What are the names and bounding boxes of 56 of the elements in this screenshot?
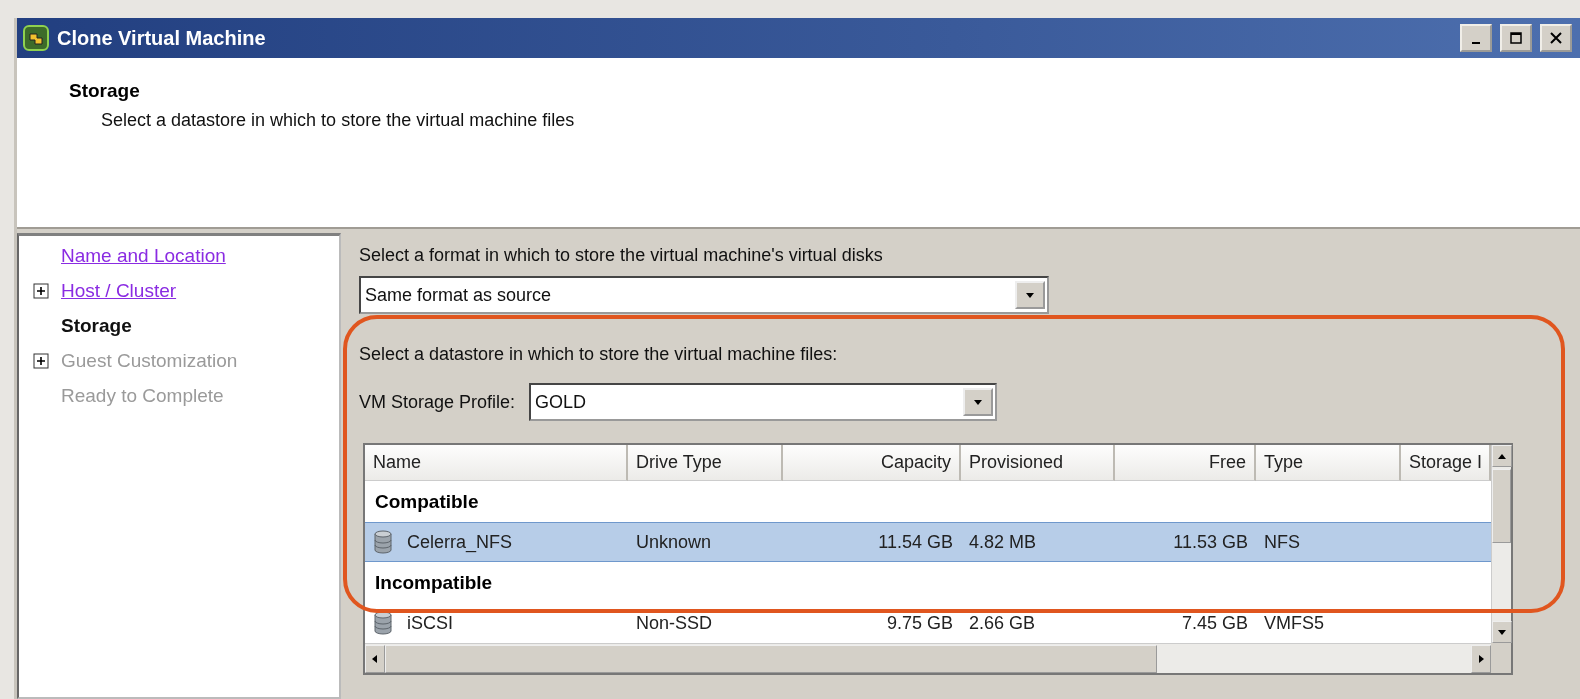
format-dropdown[interactable]: Same format as source bbox=[359, 276, 1049, 314]
caret-icon bbox=[1476, 653, 1486, 664]
column-header[interactable]: Capacity bbox=[783, 445, 961, 481]
table-cell: Celerra_NFS bbox=[407, 531, 513, 553]
scroll-thumb[interactable] bbox=[385, 644, 1157, 673]
nav-link[interactable]: Storage bbox=[61, 315, 132, 337]
datastore-label: Select a datastore in which to store the virtual machine files: bbox=[359, 344, 839, 365]
group-label: Incompatible bbox=[374, 570, 494, 595]
table-cell-text: NFS bbox=[1263, 531, 1301, 553]
table-cell-text: 11.54 GB bbox=[877, 531, 954, 553]
database-icon bbox=[373, 611, 393, 635]
table-cell-text: 2.66 GB bbox=[968, 612, 1037, 634]
table-cell-text: 11.53 GB bbox=[1172, 531, 1249, 553]
caret-icon bbox=[973, 397, 984, 407]
maximize-icon bbox=[1510, 32, 1522, 44]
table-cell: iSCSI bbox=[407, 612, 453, 634]
app-icon bbox=[23, 25, 49, 51]
table-cell-text: VMFS5 bbox=[1263, 612, 1325, 634]
column-header[interactable]: Name bbox=[365, 445, 628, 481]
step-title: Storage bbox=[69, 80, 141, 102]
table-cell-text: 4.82 MB bbox=[968, 531, 1038, 553]
vertical-scrollbar[interactable] bbox=[1491, 445, 1511, 643]
profile-label: VM Storage Profile: bbox=[359, 391, 516, 413]
table-row[interactable]: Celerra_NFS Unknown 11.54 GB 4.82 MB 11.53 GB NFS bbox=[365, 522, 1491, 562]
column-header[interactable]: Drive Type bbox=[628, 445, 783, 481]
group-label: Compatible bbox=[374, 489, 480, 514]
maximize-button[interactable] bbox=[1500, 24, 1532, 52]
column-header[interactable]: Storage I bbox=[1401, 445, 1491, 481]
column-header[interactable]: Provisioned bbox=[961, 445, 1115, 481]
scroll-right-button[interactable] bbox=[1471, 644, 1491, 673]
table-cell-text: Unknown bbox=[635, 531, 713, 553]
table-cell-text: 7.45 GB bbox=[1180, 612, 1249, 634]
step-description: Select a datastore in which to store the virtual machine files bbox=[101, 110, 576, 131]
horizontal-scrollbar[interactable] bbox=[365, 643, 1491, 673]
table-cell-text: 9.75 GB bbox=[885, 612, 954, 634]
expand-icon[interactable] bbox=[33, 283, 49, 299]
column-header[interactable]: Type bbox=[1256, 445, 1401, 481]
window-title: Clone Virtual Machine bbox=[57, 26, 267, 50]
scroll-down-button[interactable] bbox=[1492, 621, 1512, 643]
caret-icon bbox=[1025, 290, 1035, 300]
scroll-thumb[interactable] bbox=[1492, 469, 1511, 543]
scrollbar-corner bbox=[1491, 643, 1511, 673]
minimize-icon bbox=[1472, 42, 1480, 44]
table-cell-text: Non-SSD bbox=[635, 612, 714, 634]
close-button[interactable] bbox=[1540, 24, 1572, 52]
database-icon bbox=[373, 530, 393, 554]
caret-icon bbox=[1497, 627, 1507, 637]
nav-link[interactable]: Name and Location bbox=[61, 245, 226, 267]
caret-icon bbox=[370, 653, 380, 664]
close-icon bbox=[1550, 32, 1562, 44]
column-header[interactable]: Free bbox=[1115, 445, 1256, 481]
scroll-left-button[interactable] bbox=[365, 644, 385, 673]
nav-link[interactable]: Host / Cluster bbox=[61, 280, 177, 302]
profile-dropdown[interactable]: GOLD bbox=[529, 383, 998, 421]
format-label: Select a format in which to store the virtual machine's virtual disks bbox=[359, 245, 884, 266]
scroll-up-button[interactable] bbox=[1492, 445, 1512, 467]
